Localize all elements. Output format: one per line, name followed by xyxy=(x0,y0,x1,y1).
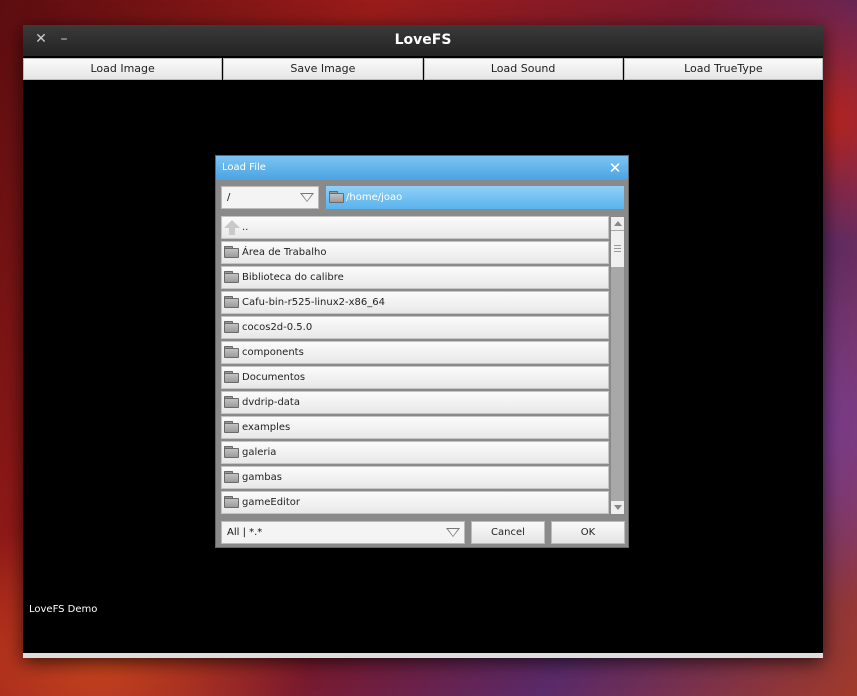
dialog-title: Load File xyxy=(222,162,266,173)
list-item[interactable]: cocos2d-0.5.0 xyxy=(221,316,609,339)
window-title: LoveFS xyxy=(394,32,452,48)
folder-icon xyxy=(224,346,239,358)
current-path-bar: /home/joao xyxy=(326,186,624,209)
list-item-label: gambas xyxy=(242,472,282,483)
scrollbar-thumb[interactable] xyxy=(611,231,624,267)
dropdown-arrow-icon xyxy=(446,528,460,537)
list-item-label: dvdrip-data xyxy=(242,397,300,408)
dialog-titlebar[interactable]: Load File ✕ xyxy=(216,156,628,180)
demo-label: LoveFS Demo xyxy=(29,604,98,615)
filter-value: All | *.* xyxy=(227,527,263,538)
load-file-dialog: Load File ✕ / /home/joao .. Área de Trab… xyxy=(215,155,629,548)
folder-icon xyxy=(224,246,239,258)
parent-directory-row[interactable]: .. xyxy=(221,216,609,239)
folder-icon xyxy=(224,446,239,458)
list-item[interactable]: galeria xyxy=(221,441,609,464)
toolbar: Load Image Save Image Load Sound Load Tr… xyxy=(23,58,823,82)
cancel-button[interactable]: Cancel xyxy=(471,521,545,544)
list-item[interactable]: gambas xyxy=(221,466,609,489)
list-item[interactable]: gameEditor xyxy=(221,491,609,514)
file-filter-select[interactable]: All | *.* xyxy=(221,521,465,544)
window-bottom-border xyxy=(23,653,823,658)
ok-button[interactable]: OK xyxy=(551,521,625,544)
list-item-label: cocos2d-0.5.0 xyxy=(242,322,313,333)
folder-icon xyxy=(224,271,239,283)
file-list: .. Área de Trabalho Biblioteca do calibr… xyxy=(221,216,609,515)
drive-value: / xyxy=(227,192,231,203)
file-list-scrollbar[interactable] xyxy=(610,216,625,515)
folder-icon xyxy=(224,471,239,483)
list-item[interactable]: Biblioteca do calibre xyxy=(221,266,609,289)
list-item[interactable]: Documentos xyxy=(221,366,609,389)
list-item-label: galeria xyxy=(242,447,277,458)
list-item[interactable]: examples xyxy=(221,416,609,439)
list-item[interactable]: components xyxy=(221,341,609,364)
folder-icon xyxy=(224,396,239,408)
window-titlebar[interactable]: ✕ – LoveFS xyxy=(23,25,823,56)
dropdown-arrow-icon xyxy=(300,193,314,202)
list-item-label: gameEditor xyxy=(242,497,300,508)
up-arrow-icon xyxy=(224,220,240,235)
list-item-label: Cafu-bin-r525-linux2-x86_64 xyxy=(242,297,385,308)
load-sound-button[interactable]: Load Sound xyxy=(423,58,623,80)
load-truetype-button[interactable]: Load TrueType xyxy=(623,58,823,80)
load-image-button[interactable]: Load Image xyxy=(23,58,223,80)
list-item-label: .. xyxy=(242,222,249,233)
list-item[interactable]: Área de Trabalho xyxy=(221,241,609,264)
list-item-label: Biblioteca do calibre xyxy=(242,272,344,283)
current-path: /home/joao xyxy=(346,192,403,203)
folder-icon xyxy=(224,371,239,383)
save-image-button[interactable]: Save Image xyxy=(223,58,423,80)
scroll-up-icon[interactable] xyxy=(611,217,624,230)
list-item[interactable]: dvdrip-data xyxy=(221,391,609,414)
close-icon[interactable]: ✕ xyxy=(607,159,623,177)
list-item-label: Documentos xyxy=(242,372,306,383)
list-item-label: examples xyxy=(242,422,291,433)
list-item[interactable]: Cafu-bin-r525-linux2-x86_64 xyxy=(221,291,609,314)
folder-icon xyxy=(224,421,239,433)
list-item-label: Área de Trabalho xyxy=(242,247,327,258)
folder-icon xyxy=(224,321,239,333)
folder-icon xyxy=(224,296,239,308)
drive-select[interactable]: / xyxy=(221,186,319,209)
scroll-down-icon[interactable] xyxy=(611,501,624,514)
list-item-label: components xyxy=(242,347,304,358)
folder-icon xyxy=(224,496,239,508)
folder-icon xyxy=(329,191,344,203)
